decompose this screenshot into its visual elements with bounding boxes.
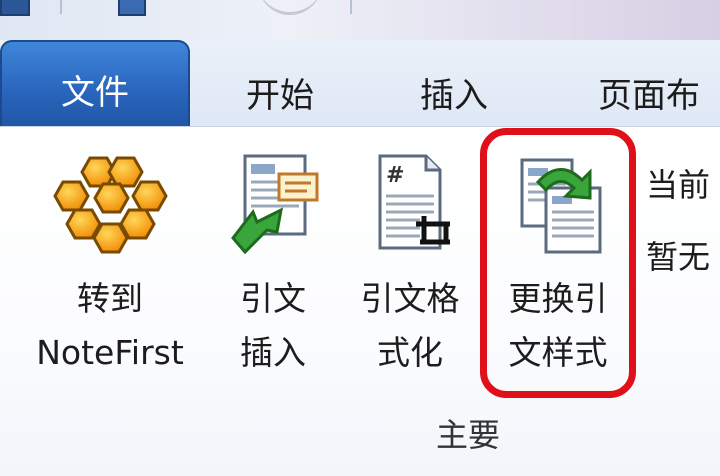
format-citation-icon: # xyxy=(378,154,450,250)
button-label: 引文格 式化 xyxy=(360,279,460,372)
tab-home[interactable]: 开始 xyxy=(246,68,314,117)
toolbar-separator xyxy=(350,0,352,14)
highlight-box xyxy=(480,128,636,398)
button-label: 转到 NoteFirst xyxy=(36,279,184,372)
quick-access-toolbar xyxy=(0,0,720,40)
format-citation-button[interactable]: # 引文格 式化 xyxy=(350,140,470,390)
tab-file[interactable]: 文件 xyxy=(0,40,190,130)
button-label: 引文 插入 xyxy=(240,279,306,372)
tab-insert[interactable]: 插入 xyxy=(420,68,488,117)
insert-citation-button[interactable]: 引文 插入 xyxy=(218,140,328,390)
honeycomb-icon xyxy=(53,156,168,254)
no-style-label: 暂无 xyxy=(646,238,711,276)
insert-citation-icon xyxy=(231,154,319,255)
toolbar-separator xyxy=(60,0,62,14)
ribbon-group-label: 主要 xyxy=(436,416,501,454)
current-style-label: 当前 xyxy=(646,166,711,204)
undo-icon[interactable] xyxy=(118,0,146,16)
save-icon[interactable] xyxy=(0,0,30,16)
svg-text:#: # xyxy=(386,163,404,188)
tab-page-layout[interactable]: 页面布 xyxy=(598,68,700,117)
redo-icon[interactable] xyxy=(258,0,322,15)
goto-notefirst-button[interactable]: 转到 NoteFirst xyxy=(20,140,200,390)
